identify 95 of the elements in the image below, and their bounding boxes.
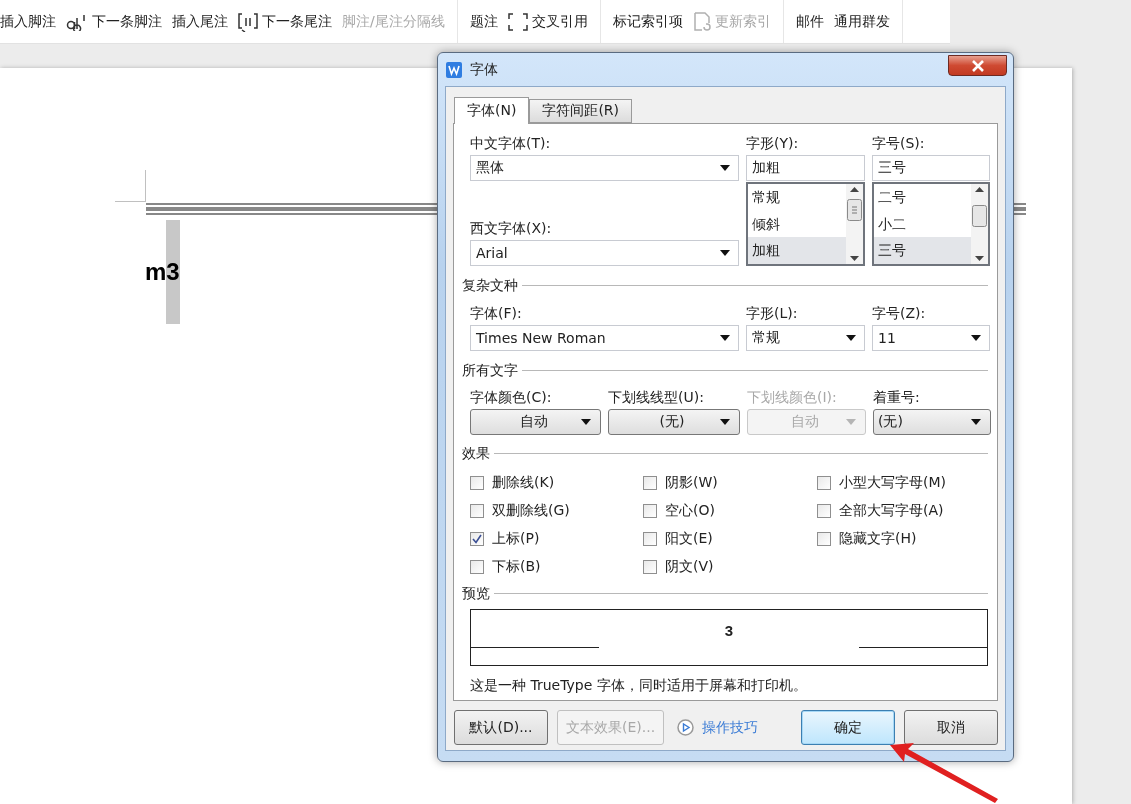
tips-link[interactable]: 操作技巧 [677, 718, 759, 737]
scroll-thumb[interactable] [847, 199, 862, 221]
dialog-button[interactable]: 确定 [801, 710, 895, 745]
toolbar-button[interactable]: 插入尾注 [172, 12, 228, 31]
selected-text: 3 [166, 220, 180, 324]
dropdown[interactable]: Times New Roman [470, 324, 739, 351]
dropdown-arrow-icon [581, 418, 591, 425]
dropdown-arrow-icon [971, 334, 981, 341]
checkbox[interactable] [643, 531, 657, 546]
font-dropdown[interactable]: 黑体 [470, 155, 739, 181]
field-label: 中文字体(T): [470, 134, 552, 153]
toolbar-button[interactable]: 标记索引项 [612, 12, 683, 31]
dropdown-arrow-icon [720, 165, 730, 171]
checkbox[interactable] [817, 531, 831, 546]
dropdown-arrow-icon [971, 418, 981, 425]
font-dropdown[interactable]: Arial [470, 240, 739, 266]
endnote-icon [238, 11, 258, 32]
checkbox[interactable] [643, 503, 657, 518]
scrollbar[interactable] [846, 184, 863, 264]
field-label: 着重号: [873, 387, 921, 407]
checkbox-label: 空心(O) [665, 501, 715, 520]
checkbox-label: 删除线(K) [492, 473, 555, 492]
dropdown-arrow-icon [720, 418, 730, 425]
dropdown-arrow-icon [846, 418, 856, 425]
checkbox[interactable] [643, 475, 657, 490]
checkbox[interactable] [470, 475, 484, 490]
checkbox[interactable] [470, 503, 484, 518]
field-label: 字号(Z): [872, 303, 927, 323]
scroll-thumb[interactable] [972, 205, 987, 227]
checkbox[interactable] [470, 559, 484, 574]
document-text: m [145, 257, 167, 287]
toolbar-button[interactable]: 题注 [469, 12, 498, 31]
scroll-down-icon[interactable] [850, 256, 859, 261]
tab[interactable]: 字体(N) [454, 97, 530, 124]
font-description: 这是一种 TrueType 字体，同时适用于屏幕和打印机。 [470, 676, 808, 696]
input-field[interactable]: 三号 [872, 155, 990, 181]
section-heading: 预览 [462, 584, 490, 603]
field-label: 字号(S): [872, 134, 926, 153]
preview-text: 3 [724, 622, 734, 642]
toolbar-button[interactable]: 插入脚注 [0, 12, 56, 31]
checkbox-label: 隐藏文字(H) [839, 529, 917, 548]
app-logo-icon [446, 61, 462, 78]
dialog-button[interactable]: 默认(D)... [454, 710, 548, 745]
toolbar-button[interactable]: 交叉引用 [507, 12, 588, 31]
checkbox-label: 小型大写字母(M) [839, 473, 946, 492]
field-label: 字体(F): [470, 303, 523, 323]
tab[interactable]: 字符间距(R) [529, 99, 633, 123]
checkbox-label: 下标(B) [492, 557, 541, 576]
dialog-title: 字体 [470, 60, 498, 79]
bracket-icon [507, 12, 528, 31]
field-label: 字体颜色(C): [470, 387, 553, 407]
checkbox[interactable] [817, 503, 831, 518]
scrollbar[interactable] [971, 184, 988, 264]
field-label: 字形(Y): [746, 134, 800, 153]
scroll-up-icon[interactable] [975, 187, 984, 192]
checkbox[interactable] [817, 475, 831, 490]
checkbox[interactable] [470, 531, 484, 546]
dropdown-button[interactable]: (无) [608, 408, 740, 435]
checkbox-label: 阴文(V) [665, 557, 714, 576]
checkbox-label: 双删除线(G) [492, 501, 570, 520]
checkbox[interactable] [643, 559, 657, 574]
dialog-button[interactable]: 取消 [904, 710, 998, 745]
list-item[interactable]: 加粗 [748, 237, 846, 264]
field-label: 西文字体(X): [470, 219, 553, 238]
field-label: 下划线颜色(I): [747, 387, 838, 407]
checkbox-label: 阳文(E) [665, 529, 713, 548]
footnote-icon [66, 12, 88, 31]
section-heading: 所有文字 [462, 361, 518, 380]
close-button[interactable] [948, 55, 1007, 76]
input-field[interactable]: 加粗 [746, 155, 865, 181]
dropdown-arrow-icon [720, 250, 730, 256]
list-item[interactable]: 三号 [874, 237, 971, 264]
dropdown-arrow-icon [846, 334, 856, 341]
dropdown-button[interactable]: (无) [873, 408, 991, 435]
refresh-document-icon [692, 11, 711, 32]
dropdown[interactable]: 常规 [746, 324, 865, 351]
checkbox-label: 上标(P) [492, 529, 540, 548]
close-icon [970, 59, 985, 72]
checkbox-label: 全部大写字母(A) [839, 501, 944, 520]
section-heading: 复杂文种 [462, 276, 518, 295]
corner-mark [115, 170, 146, 202]
scroll-down-icon[interactable] [975, 256, 984, 261]
section-heading: 效果 [462, 444, 490, 463]
field-label: 下划线线型(U): [608, 387, 705, 407]
checkbox-label: 阴影(W) [665, 473, 718, 492]
toolbar-button[interactable]: 邮件 [795, 12, 824, 31]
toolbar-button[interactable]: 下一条尾注 [238, 11, 332, 32]
scroll-up-icon[interactable] [850, 187, 859, 192]
field-label: 字形(L): [746, 303, 799, 323]
dropdown-arrow-icon [720, 334, 730, 341]
play-icon [677, 719, 695, 736]
toolbar-button[interactable]: 通用群发 [833, 12, 890, 31]
toolbar-button[interactable]: 下一条脚注 [66, 12, 162, 31]
dropdown[interactable]: 11 [872, 324, 990, 351]
dropdown-button[interactable]: 自动 [470, 408, 601, 435]
